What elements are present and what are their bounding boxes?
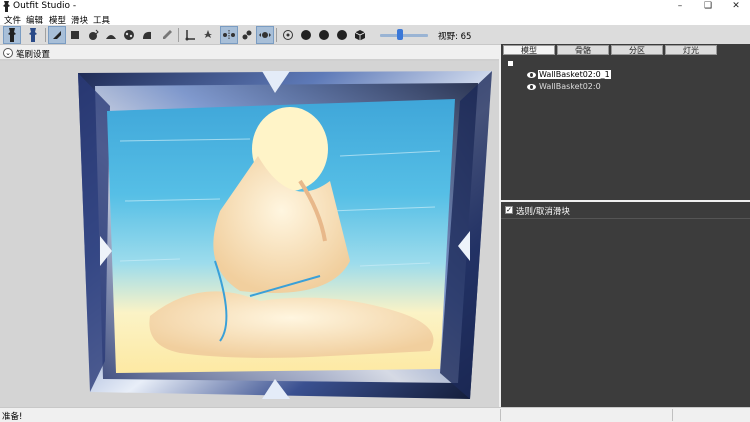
visibility-eye-icon[interactable] <box>527 83 536 90</box>
vertex-icon <box>259 32 271 38</box>
brush-move-button[interactable] <box>120 26 138 44</box>
brush-mask-button[interactable] <box>66 26 84 44</box>
cube-button[interactable] <box>351 26 369 44</box>
status-separator <box>672 409 673 421</box>
brush-inflate-icon <box>89 29 99 40</box>
transform-tool-button[interactable] <box>24 26 42 44</box>
cube-icon <box>354 30 366 41</box>
tab-bones[interactable]: 骨骼 <box>557 45 609 55</box>
toolbar-separator <box>45 28 46 42</box>
tree-item-shape-2[interactable]: WallBasket02:0 <box>527 81 602 92</box>
fov-slider-track[interactable] <box>380 34 428 37</box>
3d-viewport[interactable] <box>0 61 499 407</box>
brush-smooth-icon <box>143 31 151 39</box>
select-sliders-checkbox[interactable]: ✓ <box>505 206 513 214</box>
tab-partitions[interactable]: 分区 <box>611 45 663 55</box>
connected-icon <box>223 30 235 40</box>
wall-basket-render <box>78 71 492 399</box>
collision-icon <box>204 30 212 38</box>
brush-weight-icon <box>163 30 172 39</box>
lighting-icon <box>301 30 311 40</box>
brush-standard-icon <box>53 31 61 39</box>
texture-button[interactable] <box>315 26 333 44</box>
app-icon <box>3 1 10 12</box>
lighting-button[interactable] <box>297 26 315 44</box>
select-sliders-label: 选则/取消滑块 <box>516 207 570 217</box>
status-separator <box>500 409 501 421</box>
anchor-icon <box>185 30 195 41</box>
connected-button[interactable] <box>238 26 256 44</box>
brush-mask-icon <box>71 31 79 39</box>
wireframe-button[interactable] <box>279 26 297 44</box>
toolbar: 视野: 65 <box>0 25 750 45</box>
collision-button[interactable] <box>199 26 217 44</box>
title-bar: Outfit Studio - – ❑ ✕ <box>0 0 750 13</box>
brush-move-icon <box>124 30 134 40</box>
shade-icon <box>337 30 347 40</box>
brush-deflate-button[interactable] <box>102 26 120 44</box>
menu-bar: 文件 编辑 模型 滑块 工具 <box>0 13 750 26</box>
status-bar: 准备! <box>0 407 750 422</box>
brush-deflate-icon <box>106 35 116 39</box>
fov-slider-thumb[interactable] <box>397 29 403 40</box>
connected-icon <box>242 30 252 40</box>
toolbar-separator <box>276 28 277 42</box>
tree-item-label: WallBasket02:0 <box>539 82 601 91</box>
shade-button[interactable] <box>333 26 351 44</box>
xmirror-active-button[interactable] <box>220 26 238 44</box>
brush-weight-button[interactable] <box>158 26 176 44</box>
restore-button[interactable]: ❑ <box>694 0 722 13</box>
tab-meshes[interactable]: 模型 <box>503 45 555 55</box>
sliders-panel: ✓ 选则/取消滑块 <box>501 202 750 407</box>
fov-label: 视野: 65 <box>438 32 472 42</box>
tree-item-label: WallBasket02:0_1 <box>538 70 611 79</box>
visibility-eye-icon[interactable] <box>527 71 536 78</box>
select-tool-icon <box>8 28 16 42</box>
brush-smooth-button[interactable] <box>138 26 156 44</box>
status-text: 准备! <box>2 412 23 422</box>
tree-root-toggle[interactable] <box>508 61 513 66</box>
tree-item-shape-1[interactable]: WallBasket02:0_1 <box>527 69 611 80</box>
chevron-down-icon[interactable]: ⌄ <box>3 48 13 58</box>
tab-lights[interactable]: 灯光 <box>665 45 717 55</box>
mesh-panel: 模型 骨骼 分区 灯光 WallBasket02:0_1 WallBasket0… <box>501 44 750 200</box>
select-tool-button[interactable] <box>3 26 21 44</box>
wireframe-icon <box>283 30 293 40</box>
toolbar-separator <box>178 28 179 42</box>
window-title: Outfit Studio - <box>13 1 77 11</box>
brush-inflate-button[interactable] <box>84 26 102 44</box>
brush-standard-button[interactable] <box>48 26 66 44</box>
brush-settings-label: 笔刷设置 <box>16 50 51 60</box>
minimize-button[interactable]: – <box>666 0 694 13</box>
vertex-button[interactable] <box>256 26 274 44</box>
texture-icon <box>319 30 329 40</box>
brush-settings-header[interactable]: ⌄ 笔刷设置 <box>0 46 499 60</box>
left-panel: ⌄ 笔刷设置 <box>0 46 499 407</box>
close-button[interactable]: ✕ <box>722 0 750 13</box>
sliders-divider <box>501 218 750 219</box>
transform-tool-icon <box>29 28 37 42</box>
anchor-button[interactable] <box>181 26 199 44</box>
